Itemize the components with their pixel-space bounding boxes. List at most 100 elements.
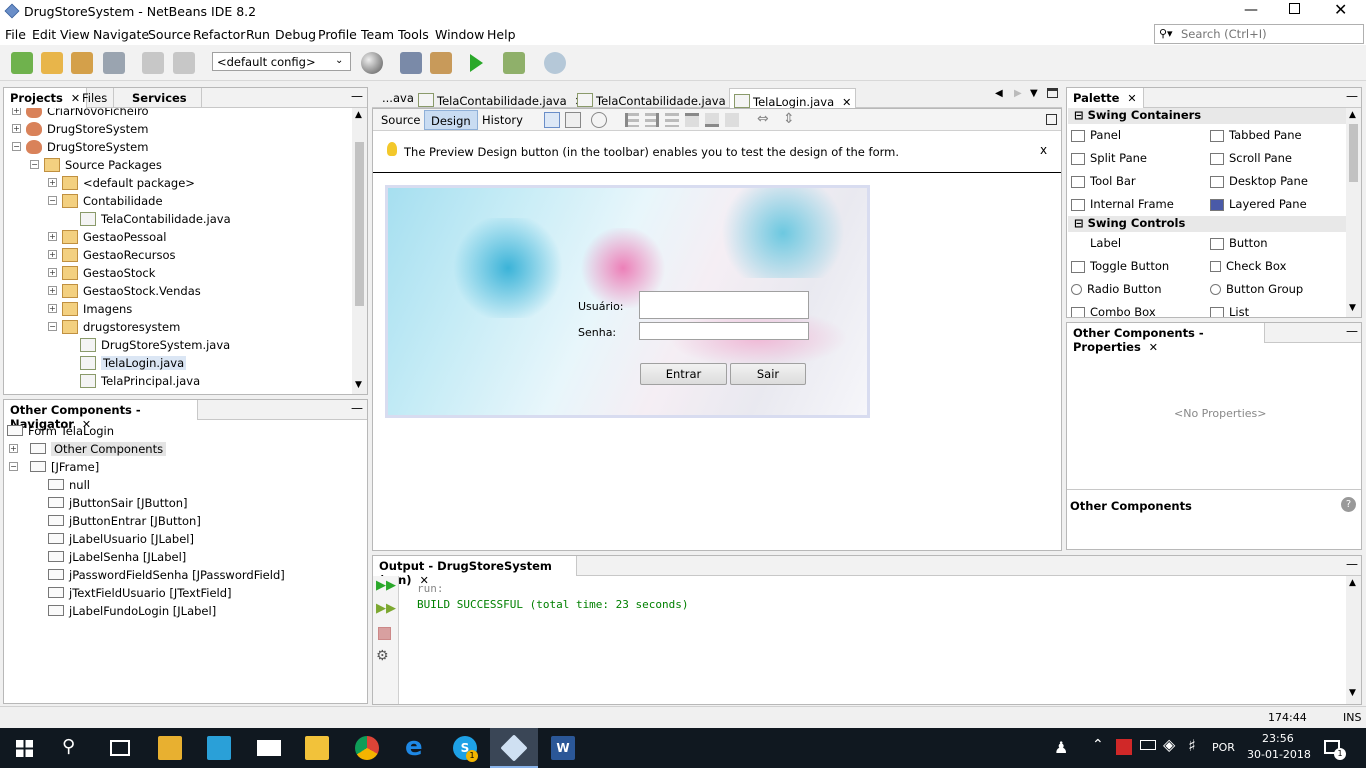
palette-item-button[interactable]: Button (1210, 236, 1268, 250)
project-tree-node[interactable]: + Imagens (4, 300, 352, 318)
navigator-node[interactable]: jTextFieldUsuario [JTextField] (4, 584, 364, 602)
menu-edit[interactable]: Edit (32, 27, 56, 42)
menu-run[interactable]: Run (246, 27, 270, 42)
minimize-panel-icon[interactable]: — (351, 89, 363, 103)
file-explorer-icon[interactable] (305, 736, 329, 760)
navigator-node[interactable]: null (4, 476, 364, 494)
store-icon[interactable] (158, 736, 182, 760)
volume-icon[interactable]: ♯ (1188, 736, 1196, 755)
align-right-icon[interactable] (645, 113, 659, 127)
align-bottom-icon[interactable] (705, 113, 719, 127)
menu-source[interactable]: Source (148, 27, 191, 42)
menu-window[interactable]: Window (435, 27, 484, 42)
editor-tab-telacontabilidade-2[interactable]: TelaContabilidade.java✕ (573, 88, 747, 108)
expand-toggle-icon[interactable]: − (9, 462, 18, 471)
project-tree-node[interactable]: TelaPrincipal.java (4, 372, 352, 390)
new-project-icon[interactable] (41, 52, 63, 74)
output-text-area[interactable]: run: BUILD SUCCESSFUL (total time: 23 se… (417, 581, 689, 613)
scroll-down-icon[interactable]: ▼ (1349, 303, 1356, 313)
scroll-up-icon[interactable]: ▲ (355, 110, 362, 120)
project-tree-node[interactable]: + <default package> (4, 174, 352, 192)
palette-item-desktop-pane[interactable]: Desktop Pane (1210, 174, 1308, 188)
project-tree-node[interactable]: + GestaoPessoal (4, 228, 352, 246)
project-tree-node[interactable]: + DrugStoreSystem (4, 120, 352, 138)
tab-projects[interactable]: Projects ✕ (4, 88, 88, 108)
word-icon[interactable]: W (551, 736, 575, 760)
navigator-node[interactable]: jPasswordFieldSenha [JPasswordField] (4, 566, 364, 584)
scroll-tabs-left-icon[interactable]: ◀ (995, 88, 1003, 99)
palette-item-layered-pane[interactable]: Layered Pane (1210, 197, 1307, 211)
project-tree-node[interactable]: + GestaoRecursos (4, 246, 352, 264)
stop-icon[interactable] (378, 627, 391, 640)
menu-team[interactable]: Team (361, 27, 394, 42)
project-tree-node[interactable]: − Contabilidade (4, 192, 352, 210)
scroll-up-icon[interactable]: ▲ (1349, 110, 1356, 120)
palette-item-internal-frame[interactable]: Internal Frame (1071, 197, 1174, 211)
rerun-with-params-icon[interactable]: ▶▶ (376, 601, 396, 616)
expand-toggle-icon[interactable]: − (30, 160, 39, 169)
center-vertically-icon[interactable] (725, 113, 739, 127)
menu-refactor[interactable]: Refactor (193, 27, 245, 42)
expand-toggle-icon[interactable]: + (48, 304, 57, 313)
vertical-scrollbar[interactable]: ▲ ▼ (352, 108, 367, 394)
menu-help[interactable]: Help (487, 27, 516, 42)
palette-item-radio-button[interactable]: Radio Button (1071, 282, 1162, 296)
form-canvas[interactable]: Usuário: Senha: Entrar Sair (385, 185, 870, 418)
view-history-button[interactable]: History (482, 113, 523, 127)
palette-item-split-pane[interactable]: Split Pane (1071, 151, 1147, 165)
task-view-icon[interactable] (110, 740, 130, 756)
run-icon[interactable] (470, 54, 483, 72)
hint-close-button[interactable]: x (1040, 143, 1047, 157)
tab-palette[interactable]: Palette ✕ (1067, 88, 1144, 108)
palette-item-tool-bar[interactable]: Tool Bar (1071, 174, 1136, 188)
menu-debug[interactable]: Debug (275, 27, 316, 42)
expand-toggle-icon[interactable]: + (48, 178, 57, 187)
scrollbar-thumb[interactable] (355, 142, 364, 306)
expand-toggle-icon[interactable]: + (12, 108, 21, 115)
mail-icon[interactable] (257, 740, 281, 756)
view-design-button[interactable]: Design (424, 110, 478, 130)
resize-vertical-icon[interactable]: ⇕ (783, 111, 795, 127)
close-icon[interactable]: ✕ (1149, 341, 1158, 354)
tab-properties[interactable]: Other Components - Properties ✕ (1067, 323, 1265, 354)
new-file-icon[interactable] (11, 52, 33, 74)
scroll-down-icon[interactable]: ▼ (1349, 688, 1356, 698)
expand-toggle-icon[interactable]: − (12, 142, 21, 151)
expand-toggle-icon[interactable]: + (48, 286, 57, 295)
navigator-node[interactable]: Form TelaLogin (4, 422, 364, 440)
password-field[interactable] (639, 322, 809, 340)
menu-view[interactable]: View (60, 27, 90, 42)
config-select[interactable]: <default config> ⌄ (212, 52, 351, 71)
palette-section-swing-controls[interactable]: ⊟ Swing Controls (1068, 216, 1346, 232)
selection-mode-icon[interactable] (544, 112, 560, 128)
build-hammer-icon[interactable] (400, 52, 422, 74)
expand-editor-icon[interactable] (1046, 114, 1057, 125)
minimize-panel-icon[interactable]: — (1346, 557, 1358, 571)
project-tree-node[interactable]: DrugStoreSystem.java (4, 336, 352, 354)
user-text-field[interactable] (639, 291, 809, 319)
close-icon[interactable]: ✕ (1334, 0, 1347, 19)
project-tree-node[interactable]: − DrugStoreSystem (4, 138, 352, 156)
undo-icon[interactable] (142, 52, 164, 74)
navigator-node[interactable]: jLabelFundoLogin [JLabel] (4, 602, 364, 620)
expand-toggle-icon[interactable]: + (12, 124, 21, 133)
navigator-node[interactable]: jLabelSenha [JLabel] (4, 548, 364, 566)
people-icon[interactable]: ♟ (1054, 738, 1068, 757)
align-top-icon[interactable] (685, 113, 699, 127)
view-source-button[interactable]: Source (381, 113, 421, 127)
palette-item-toggle-button[interactable]: Toggle Button (1071, 259, 1169, 273)
editor-tab-telacontabilidade-1[interactable]: TelaContabilidade.java✕ (414, 88, 588, 108)
minimize-panel-icon[interactable]: — (1346, 89, 1358, 103)
scrollbar-thumb[interactable] (1349, 124, 1358, 182)
menu-tools[interactable]: Tools (398, 27, 429, 42)
project-tree-node[interactable]: − drugstoresystem (4, 318, 352, 336)
menu-profile[interactable]: Profile (318, 27, 357, 42)
clock-time[interactable]: 23:56 (1262, 732, 1294, 745)
project-tree-node[interactable]: + CriarNovoFicheiro (4, 108, 352, 120)
vertical-scrollbar[interactable]: ▲ ▼ (1346, 576, 1361, 704)
expand-toggle-icon[interactable]: − (48, 322, 57, 331)
menu-navigate[interactable]: Navigate (93, 27, 149, 42)
close-icon[interactable]: ✕ (1127, 92, 1136, 105)
connection-mode-icon[interactable] (565, 112, 581, 128)
project-tree-node[interactable]: TelaContabilidade.java (4, 210, 352, 228)
